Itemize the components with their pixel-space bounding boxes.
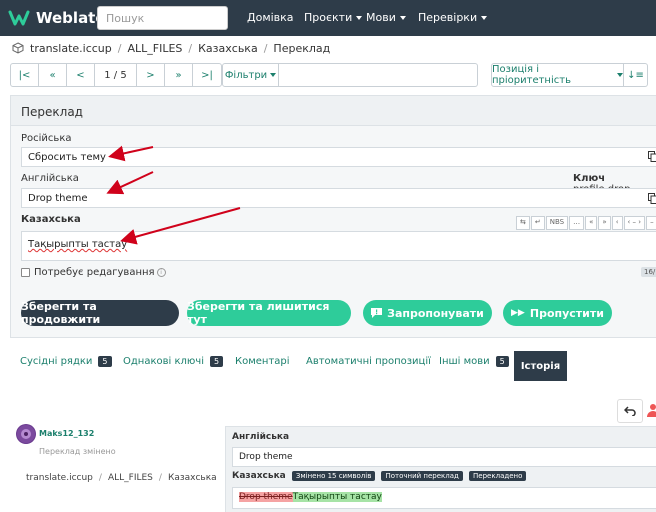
tab-same-keys[interactable]: Однакові ключі 5	[123, 356, 224, 367]
special-char-button[interactable]: «	[585, 216, 598, 230]
breadcrumb-component[interactable]: ALL_FILES	[127, 42, 182, 55]
translation-textarea[interactable]: Тақырыпты тастау	[21, 231, 656, 261]
copy-icon[interactable]	[648, 193, 656, 204]
special-char-button[interactable]: ⇆	[516, 216, 530, 230]
tab-history[interactable]: Історія	[514, 351, 567, 381]
filters-dropdown[interactable]: Фільтри	[222, 63, 279, 87]
history-source-text: Drop theme	[232, 447, 656, 467]
prev-unit-button[interactable]: <	[67, 64, 95, 86]
tab-machine-suggestions[interactable]: Автоматичні пропозиції	[306, 356, 431, 367]
save-continue-button[interactable]: Зберегти та продовжити	[21, 300, 179, 326]
source1-text: Сбросить тему	[21, 147, 656, 167]
tab-comments[interactable]: Коментарі	[235, 356, 290, 367]
source1-label: Російська	[21, 133, 72, 144]
chevron-down-icon	[356, 16, 363, 20]
needs-editing-label: Потребує редагування i	[34, 267, 166, 278]
source2-text: Drop theme	[21, 188, 656, 208]
unit-navigation: |< « < 1 / 5 > » >|	[10, 63, 222, 87]
target-label: Казахська	[21, 214, 81, 225]
weblate-logo-icon	[8, 10, 30, 26]
project-cube-icon	[12, 42, 24, 54]
nav-projects[interactable]: Проєкти	[304, 11, 363, 24]
breadcrumb: translate.iccup / ALL_FILES / Казахська …	[12, 40, 330, 56]
special-char-button[interactable]: ‹	[611, 216, 623, 230]
last-unit-button[interactable]: >|	[193, 64, 221, 86]
sort-direction-button[interactable]: ↓≡	[624, 63, 648, 87]
special-char-button[interactable]: …	[569, 216, 585, 230]
avatar[interactable]	[16, 424, 36, 444]
prev-fast-button[interactable]: «	[39, 64, 67, 86]
save-stay-button[interactable]: Зберегти та лишитися тут	[187, 300, 351, 326]
brand-name: Weblate	[36, 9, 106, 27]
char-counter: 16/	[641, 267, 656, 277]
special-char-button[interactable]: »	[598, 216, 611, 230]
filter-query-input[interactable]	[279, 63, 478, 87]
suggest-button[interactable]: Запропонувати	[363, 300, 492, 326]
panel-title: Переклад	[11, 96, 656, 126]
chevron-down-icon	[399, 16, 406, 20]
brand[interactable]: Weblate	[8, 8, 106, 28]
fast-forward-icon: ▶▶	[511, 308, 525, 318]
comment-icon	[371, 308, 383, 318]
first-unit-button[interactable]: |<	[11, 64, 39, 86]
translation-panel: Переклад Російська Сбросить тему Англійс…	[10, 95, 656, 338]
top-navbar: Weblate Пошук Домівка Проєкти Мови Перев…	[0, 0, 656, 36]
source2-label: Англійська	[21, 173, 79, 184]
unit-position: 1 / 5	[95, 64, 137, 86]
info-icon: i	[156, 267, 166, 277]
special-char-button[interactable]: –	[646, 216, 656, 230]
nav-checks[interactable]: Перевірки	[418, 11, 488, 24]
translation-text: Тақырыпты тастау	[28, 239, 128, 250]
breadcrumb-current: Переклад	[273, 41, 331, 55]
history-change-panel: Англійська Drop theme Казахська Змінено …	[225, 426, 656, 512]
sort-dropdown[interactable]: Позиція і пріоритетність	[491, 63, 624, 87]
nav-languages[interactable]: Мови	[366, 11, 406, 24]
chevron-down-icon	[481, 16, 488, 20]
history-user[interactable]: Maks12_132	[39, 429, 94, 438]
special-char-button[interactable]: ↵	[530, 216, 545, 230]
skip-button[interactable]: ▶▶ Пропустити	[503, 300, 612, 326]
special-chars-toolbar: ⇆ ↵ NBS … « » ‹ ‹ – › –	[515, 216, 656, 230]
breadcrumb-project[interactable]: translate.iccup	[30, 42, 112, 55]
chevron-down-icon	[270, 73, 277, 77]
history-action: Переклад змінено	[39, 447, 116, 456]
revert-button[interactable]	[617, 399, 643, 423]
chevron-down-icon	[617, 73, 623, 77]
tab-other-languages[interactable]: Інші мови 5	[439, 356, 509, 367]
special-char-button[interactable]: ‹ – ›	[623, 216, 646, 230]
special-char-button[interactable]: NBS	[545, 216, 569, 230]
history-source-label: Англійська	[232, 432, 290, 442]
undo-icon	[624, 406, 636, 416]
copy-icon[interactable]	[648, 151, 656, 162]
next-unit-button[interactable]: >	[137, 64, 165, 86]
tab-nearby-strings[interactable]: Сусідні рядки 5	[20, 356, 112, 367]
history-diff: Drop themeТақырыпты тастау	[232, 487, 656, 509]
search-input[interactable]: Пошук	[97, 6, 228, 30]
needs-editing-checkbox[interactable]	[21, 268, 30, 277]
user-icon[interactable]	[647, 403, 656, 417]
nav-home[interactable]: Домівка	[247, 11, 294, 24]
history-breadcrumb: translate.iccup / ALL_FILES / Казахська	[26, 473, 217, 483]
breadcrumb-language[interactable]: Казахська	[198, 42, 258, 55]
history-target-label: Казахська Змінено 15 символів Поточний п…	[232, 471, 527, 481]
next-fast-button[interactable]: »	[165, 64, 193, 86]
